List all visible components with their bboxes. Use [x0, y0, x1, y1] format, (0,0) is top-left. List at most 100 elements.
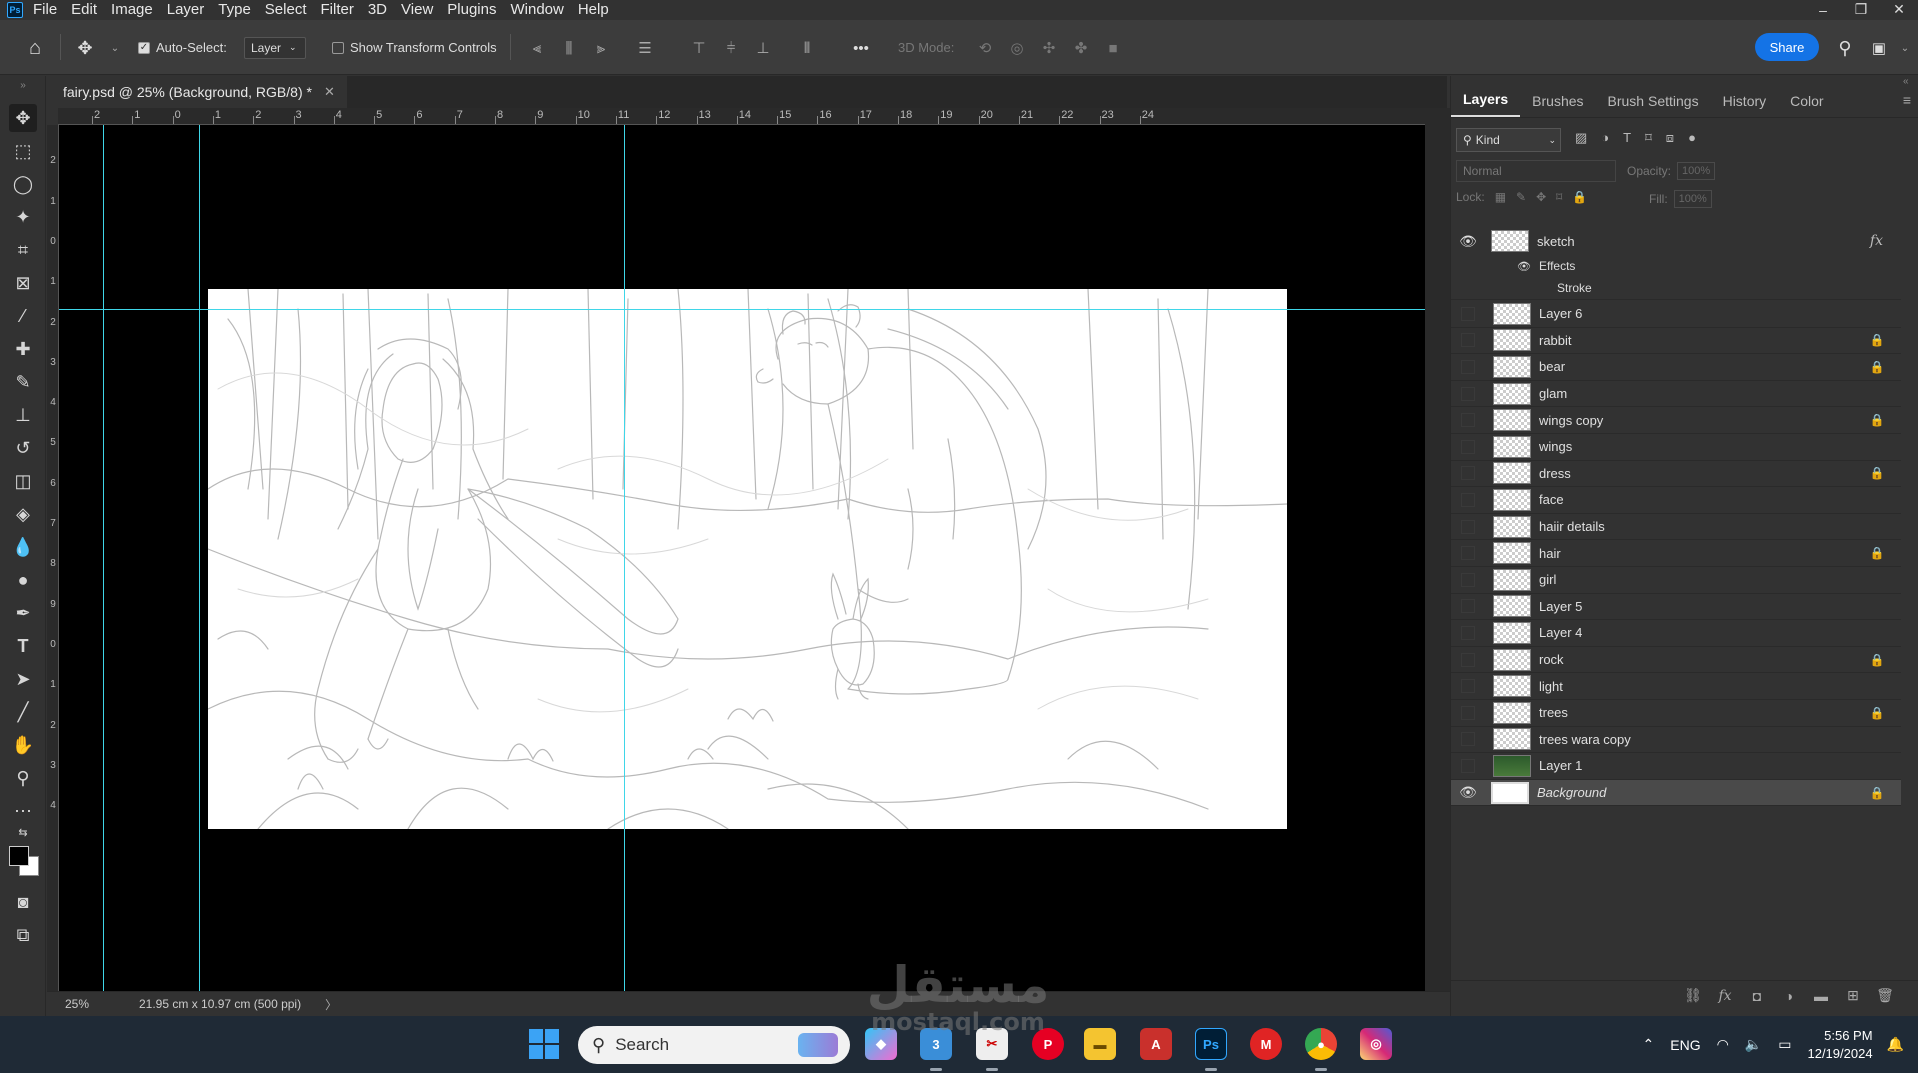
close-tab-icon[interactable]: ✕ [324, 84, 335, 100]
lock-icon[interactable]: 🔒 [1869, 546, 1885, 560]
3d-camera-icon[interactable]: ■ [1102, 37, 1124, 59]
fill-input[interactable]: 100% [1673, 190, 1712, 208]
eyedropper-tool-icon[interactable]: ⁄ [9, 302, 37, 330]
notification-bell-icon[interactable]: 🔔 [1887, 1036, 1904, 1053]
marquee-tool-icon[interactable]: ⬚ [9, 137, 37, 165]
chevron-up-icon[interactable]: ⌃ [1643, 1036, 1655, 1053]
frame-tool-icon[interactable]: ⊠ [9, 269, 37, 297]
more-options-button[interactable]: ••• [850, 37, 872, 59]
lock-icon[interactable]: 🔒 [1869, 333, 1885, 347]
layer-row-rock[interactable]: rock 🔒 [1451, 647, 1901, 674]
eye-icon[interactable]: 👁 [1459, 784, 1477, 802]
layer-row-bear[interactable]: bear 🔒 [1451, 354, 1901, 381]
visibility-toggle[interactable] [1461, 572, 1475, 587]
guide-vertical[interactable] [103, 125, 104, 991]
share-button[interactable]: Share [1755, 33, 1819, 61]
lock-icon[interactable]: 🔒 [1869, 413, 1885, 427]
photoshop-taskbar-icon[interactable]: Ps [1195, 1028, 1227, 1060]
edit-toolbar-icon[interactable]: ⋯ [9, 797, 37, 825]
show-transform-checkbox[interactable]: Show Transform Controls [332, 20, 497, 75]
menu-layer[interactable]: Layer [167, 1, 205, 18]
history-brush-tool-icon[interactable]: ↺ [9, 434, 37, 462]
add-mask-icon[interactable]: ◘ [1741, 988, 1773, 1004]
layer-row-dress[interactable]: dress 🔒 [1451, 461, 1901, 488]
start-button[interactable] [529, 1029, 559, 1059]
menu-view[interactable]: View [401, 1, 433, 18]
lock-icon[interactable]: 🔒 [1869, 786, 1885, 800]
blur-tool-icon[interactable]: 💧 [9, 533, 37, 561]
layer-row-sketch[interactable]: 👁 sketch fx [1451, 226, 1901, 256]
quick-mask-icon[interactable]: ◙ [9, 888, 37, 916]
lock-artboard-icon[interactable]: ⌑ [1556, 190, 1562, 204]
guide-vertical[interactable] [624, 125, 625, 991]
visibility-toggle[interactable] [1461, 333, 1475, 348]
menu-image[interactable]: Image [111, 1, 153, 18]
instagram-icon[interactable]: ◎ [1360, 1028, 1392, 1060]
menu-edit[interactable]: Edit [71, 1, 97, 18]
snipping-tool-icon[interactable]: ✂ [976, 1028, 1008, 1060]
ruler-vertical[interactable]: 3 2 1 0 1 2 3 4 5 6 7 8 9 0 1 2 3 4 [47, 125, 59, 991]
menu-plugins[interactable]: Plugins [447, 1, 496, 18]
battery-icon[interactable]: ▭ [1778, 1036, 1791, 1053]
hand-tool-icon[interactable]: ✋ [9, 731, 37, 759]
link-layers-icon[interactable]: ⛓ [1677, 987, 1709, 1004]
magic-wand-tool-icon[interactable]: ✦ [9, 203, 37, 231]
clone-stamp-tool-icon[interactable]: ⊥ [9, 401, 37, 429]
pinterest-icon[interactable]: P [1032, 1028, 1064, 1060]
visibility-toggle[interactable] [1461, 306, 1475, 321]
visibility-toggle[interactable] [1461, 758, 1475, 773]
layer-row-girl[interactable]: girl [1451, 567, 1901, 594]
chevron-down-icon[interactable]: ⌄ [104, 37, 126, 59]
filter-toggle-icon[interactable]: ● [1688, 130, 1696, 146]
crop-tool-icon[interactable]: ⌗ [9, 236, 37, 264]
paint-bucket-tool-icon[interactable]: ◈ [9, 500, 37, 528]
lock-icon[interactable]: 🔒 [1869, 466, 1885, 480]
align-left-icon[interactable]: ⫷ [526, 37, 548, 59]
3d-slide-icon[interactable]: ✤ [1070, 37, 1092, 59]
pen-tool-icon[interactable]: ✒ [9, 599, 37, 627]
chrome-icon[interactable]: ● [1305, 1028, 1337, 1060]
document-tab[interactable]: fairy.psd @ 25% (Background, RGB/8) * ✕ [47, 76, 347, 108]
tab-layers[interactable]: Layers [1451, 91, 1521, 117]
wifi-icon[interactable]: ◠ [1717, 1036, 1729, 1053]
home-icon[interactable]: ⌂ [24, 37, 46, 59]
3d-roll-icon[interactable]: ◎ [1006, 37, 1028, 59]
layer-row-layer-5[interactable]: Layer 5 [1451, 594, 1901, 621]
visibility-toggle[interactable] [1461, 732, 1475, 747]
opacity-input[interactable]: 100% [1677, 162, 1716, 180]
new-group-icon[interactable]: ▬ [1805, 988, 1837, 1004]
clock[interactable]: 5:56 PM 12/19/2024 [1807, 1027, 1872, 1063]
align-center-icon[interactable]: ⫼ [558, 37, 580, 59]
tab-color[interactable]: Color [1778, 93, 1835, 117]
menu-select[interactable]: Select [265, 1, 307, 18]
taskbar-search[interactable]: ⚲ Search [578, 1026, 850, 1064]
blend-mode-dropdown[interactable]: Normal [1456, 160, 1616, 182]
close-window-button[interactable]: ✕ [1880, 0, 1918, 19]
layer-effects-row[interactable]: 👁 Effects [1451, 256, 1901, 276]
visibility-toggle[interactable] [1461, 359, 1475, 374]
distribute-icon[interactable]: ☰ [634, 37, 656, 59]
move-tool-icon[interactable]: ✥ [9, 104, 37, 132]
dodge-tool-icon[interactable]: ● [9, 566, 37, 594]
visibility-toggle[interactable] [1461, 599, 1475, 614]
menu-window[interactable]: Window [510, 1, 563, 18]
layer-row-trees-wara-copy[interactable]: trees wara copy [1451, 727, 1901, 754]
fx-icon[interactable]: fx [1870, 233, 1883, 249]
canvas-area[interactable] [59, 125, 1425, 991]
screen-mode-icon[interactable]: ⧉ [9, 921, 37, 949]
acrobat-icon[interactable]: A [1140, 1028, 1172, 1060]
align-middle-icon[interactable]: ⫩ [720, 37, 742, 59]
line-tool-icon[interactable]: ╱ [9, 698, 37, 726]
layer-row-wings-copy[interactable]: wings copy 🔒 [1451, 407, 1901, 434]
lock-position-icon[interactable]: ✥ [1536, 190, 1546, 204]
brush-tool-icon[interactable]: ✎ [9, 368, 37, 396]
zoom-tool-icon[interactable]: ⚲ [9, 764, 37, 792]
restore-button[interactable]: ❐ [1842, 0, 1880, 19]
align-right-icon[interactable]: ⫸ [590, 37, 612, 59]
layer-row-layer-6[interactable]: Layer 6 [1451, 301, 1901, 328]
adjustment-layer-icon[interactable]: ◑ [1773, 988, 1805, 1004]
eye-icon[interactable]: 👁 [1459, 232, 1477, 250]
copilot-icon[interactable]: ◆ [865, 1028, 897, 1060]
visibility-toggle[interactable] [1461, 492, 1475, 507]
3d-orbit-icon[interactable]: ⟲ [974, 37, 996, 59]
